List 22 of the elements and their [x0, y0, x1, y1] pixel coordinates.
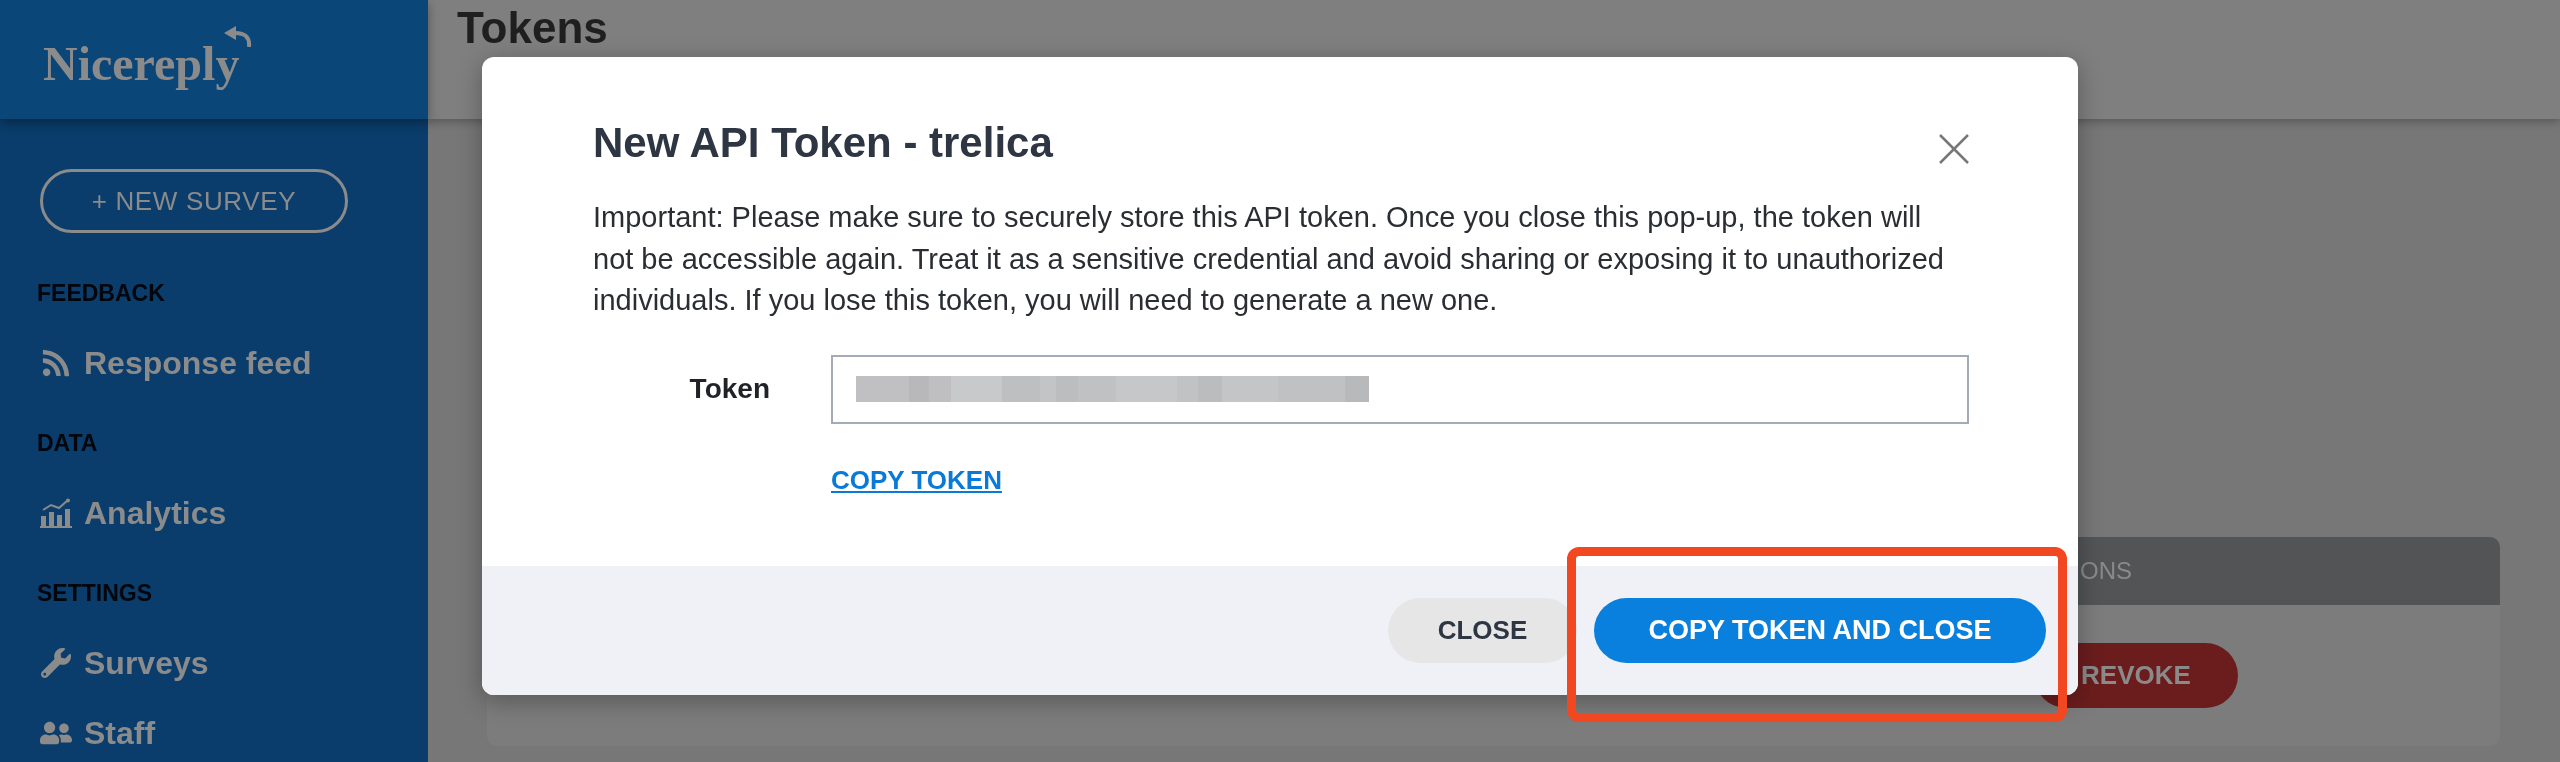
- rss-icon: [40, 348, 72, 378]
- nav-link[interactable]: Surveys: [40, 643, 209, 683]
- warning-message: Important: Please make sure to securely store this API token. Once you close this pop-up, the token will not be accessible again. Treat it as a sensitive credential and avoid sharing or exposing it to unauthorized individuals. If you lose this token, you will need to generate a new one.: [593, 200, 1945, 318]
- wrench-icon: [40, 648, 72, 678]
- column-header: ONS: [2080, 556, 2132, 586]
- field-label: Token: [688, 372, 770, 406]
- bar-chart-icon: [40, 498, 72, 528]
- nav-link[interactable]: Analytics: [40, 493, 227, 533]
- section-heading: FEEDBACK: [37, 279, 165, 307]
- copy-and-close-button[interactable]: COPY TOKEN AND CLOSE: [1594, 598, 2046, 663]
- section-heading: SETTINGS: [37, 579, 152, 607]
- nav-link[interactable]: Staff: [40, 713, 156, 753]
- new-survey-button[interactable]: + NEW SURVEY: [40, 169, 348, 233]
- close-icon[interactable]: [1939, 134, 1969, 164]
- dialog-title: New API Token - trelica: [593, 119, 1053, 167]
- section-heading: DATA: [37, 429, 98, 457]
- reply-arrow-icon: [224, 26, 252, 47]
- page-title: Tokens: [457, 6, 608, 50]
- copy-token-link[interactable]: COPY TOKEN: [831, 460, 1002, 500]
- nav-link[interactable]: Response feed: [40, 343, 312, 383]
- token-field[interactable]: [831, 354, 1969, 424]
- logo-wordmark: Nicereply: [43, 39, 240, 88]
